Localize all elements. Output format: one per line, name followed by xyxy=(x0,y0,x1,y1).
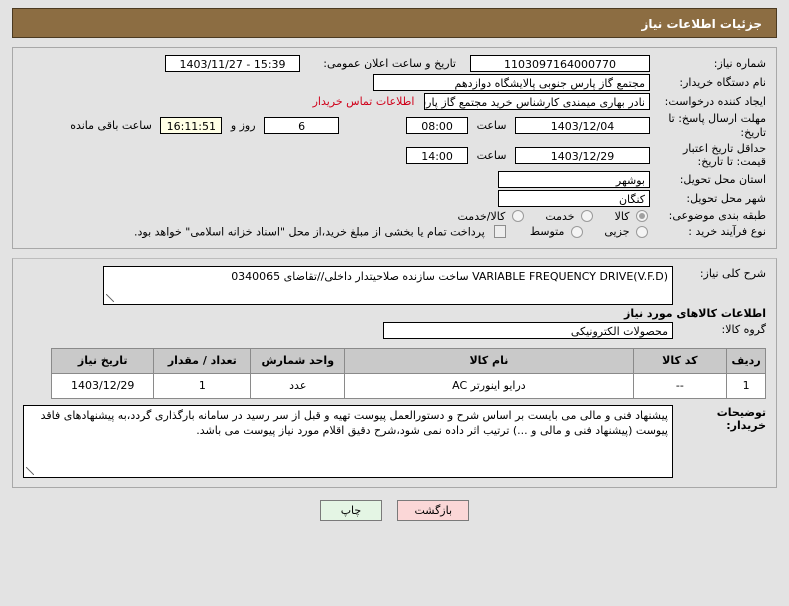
row-city: شهر محل تحویل: کنگان xyxy=(21,189,768,208)
print-button[interactable]: چاپ xyxy=(319,499,382,521)
creator-label: ایجاد کننده درخواست: xyxy=(664,94,766,108)
goods-section-title: اطلاعات کالاهای مورد نیاز xyxy=(624,306,766,320)
items-table-header-row: ردیف کد کالا نام کالا واحد شمارش تعداد /… xyxy=(50,347,766,374)
action-buttons: بازگشت چاپ xyxy=(0,488,789,521)
category-radio-service[interactable] xyxy=(581,210,594,223)
deadline-label: مهلت ارسال پاسخ: تا تاریخ: xyxy=(668,112,766,139)
process-label-minor: جزیی xyxy=(604,225,630,239)
row-price-validity: حداقل تاریخ اعتبار قیمت: تا تاریخ: 1403/… xyxy=(21,141,768,171)
items-header-unit: واحد شمارش xyxy=(250,347,346,374)
items-table: ردیف کد کالا نام کالا واحد شمارش تعداد /… xyxy=(50,347,766,399)
need-number-label: شماره نیاز: xyxy=(713,56,766,70)
need-details-grid: شرح کلی نیاز: VARIABLE FREQUENCY DRIVE(V… xyxy=(21,265,768,479)
items-header-name: نام کالا xyxy=(344,347,634,374)
need-details-panel: شرح کلی نیاز: VARIABLE FREQUENCY DRIVE(V… xyxy=(12,257,777,488)
validity-date-field[interactable]: 1403/12/29 xyxy=(515,146,650,164)
page-root: جزئیات اطلاعات نیاز شماره نیاز: 11030971… xyxy=(0,8,789,521)
city-label: شهر محل تحویل: xyxy=(686,191,766,205)
row-need-number: شماره نیاز: 1103097164000770 تاریخ و ساع… xyxy=(21,54,768,73)
category-label: طبقه بندی موضوعی: xyxy=(668,209,766,222)
row-goods-group: گروه کالا: محصولات الکترونیکی xyxy=(21,321,768,340)
category-radio-goods[interactable] xyxy=(636,210,648,223)
buyer-org-label: نام دستگاه خریدار: xyxy=(679,75,766,89)
remaining-suffix-label: ساعت باقی مانده xyxy=(70,119,152,133)
items-header-row: ردیف xyxy=(726,347,766,374)
category-label-service: خدمت xyxy=(545,209,575,223)
category-radio-goods-service[interactable] xyxy=(511,210,524,223)
validity-time-label: ساعت xyxy=(476,148,507,162)
process-radio-minor[interactable] xyxy=(636,225,648,238)
page-title: جزئیات اطلاعات نیاز xyxy=(12,8,777,38)
buyer-org-field[interactable]: مجتمع گاز پارس جنوبی پالایشگاه دوازدهم xyxy=(373,74,650,91)
summary-label: شرح کلی نیاز: xyxy=(699,266,766,280)
process-radio-medium[interactable] xyxy=(570,225,583,238)
item-unit: عدد xyxy=(250,372,346,399)
category-label-goods: کالا xyxy=(614,209,630,223)
row-category: طبقه بندی موضوعی: کالا خدمت کالا/خدمت xyxy=(21,208,768,224)
item-qty: 1 xyxy=(153,372,252,399)
remaining-clock-field: 16:11:51 xyxy=(160,117,223,135)
row-buyer-org: نام دستگاه خریدار: مجتمع گاز پارس جنوبی … xyxy=(21,73,768,92)
creator-field[interactable]: نادر بهاری میمندی کارشناس خرید مجتمع گاز… xyxy=(424,93,650,110)
category-label-goods-service: کالا/خدمت xyxy=(457,209,506,223)
row-process-type: نوع فرآیند خرید : جزیی متوسط پرداخت تمام… xyxy=(21,224,768,240)
deadline-date-field[interactable]: 1403/12/04 xyxy=(515,117,650,135)
deadline-time-field[interactable]: 08:00 xyxy=(406,117,469,135)
process-label: نوع فرآیند خرید : xyxy=(688,224,766,238)
items-header-date: تاریخ نیاز xyxy=(50,347,155,374)
item-name: درایو اینورتر AC xyxy=(344,372,634,399)
item-code: -- xyxy=(632,372,728,399)
need-number-field[interactable]: 1103097164000770 xyxy=(470,55,650,72)
row-summary: شرح کلی نیاز: VARIABLE FREQUENCY DRIVE(V… xyxy=(21,265,768,306)
treasury-bonds-label: پرداخت تمام یا بخشی از مبلغ خرید،از محل … xyxy=(134,225,485,239)
table-row: 1 -- درایو اینورتر AC عدد 1 1403/12/29 xyxy=(50,372,766,399)
items-header-qty: تعداد / مقدار xyxy=(153,347,252,374)
row-province: استان محل تحویل: بوشهر xyxy=(21,170,768,189)
buyer-contact-link[interactable]: اطلاعات تماس خریدار xyxy=(307,95,421,108)
process-label-medium: متوسط xyxy=(529,225,565,239)
row-response-deadline: مهلت ارسال پاسخ: تا تاریخ: 1403/12/04 سا… xyxy=(21,111,768,141)
buyer-notes-label: توضیحات خریدار: xyxy=(716,405,766,433)
back-button[interactable]: بازگشت xyxy=(397,499,470,521)
item-row-index: 1 xyxy=(726,372,766,399)
validity-time-field[interactable]: 14:00 xyxy=(406,146,469,164)
remaining-days-label: روز و xyxy=(230,119,256,133)
row-goods-section-title: اطلاعات کالاهای مورد نیاز xyxy=(21,306,768,321)
item-date: 1403/12/29 xyxy=(50,372,155,399)
row-buyer-notes: توضیحات خریدار: پیشنهاد فنی و مالی می با… xyxy=(21,400,768,479)
treasury-bonds-checkbox[interactable] xyxy=(494,225,507,239)
announce-date-field[interactable]: 1403/11/27 - 15:39 xyxy=(165,55,300,72)
goods-group-label: گروه کالا: xyxy=(721,323,766,337)
goods-group-field[interactable]: محصولات الکترونیکی xyxy=(383,321,673,339)
province-label: استان محل تحویل: xyxy=(679,172,766,186)
validity-label: حداقل تاریخ اعتبار قیمت: تا تاریخ: xyxy=(682,141,766,169)
row-creator: ایجاد کننده درخواست: نادر بهاری میمندی ک… xyxy=(21,92,768,111)
row-items-table: ردیف کد کالا نام کالا واحد شمارش تعداد /… xyxy=(21,340,768,400)
need-info-panel: شماره نیاز: 1103097164000770 تاریخ و ساع… xyxy=(12,47,777,249)
announce-label: تاریخ و ساعت اعلان عمومی: xyxy=(323,56,456,70)
summary-textarea[interactable]: VARIABLE FREQUENCY DRIVE(V.F.D) ساخت ساز… xyxy=(103,265,673,305)
province-field[interactable]: بوشهر xyxy=(498,171,650,188)
buyer-notes-textarea[interactable]: پیشنهاد فنی و مالی می بایست بر اساس شرح … xyxy=(23,404,673,478)
items-header-code: کد کالا xyxy=(632,347,728,374)
remaining-days-field[interactable]: 6 xyxy=(264,117,340,135)
need-info-grid: شماره نیاز: 1103097164000770 تاریخ و ساع… xyxy=(21,54,768,240)
city-field[interactable]: کنگان xyxy=(498,190,650,207)
deadline-time-label: ساعت xyxy=(476,119,507,133)
